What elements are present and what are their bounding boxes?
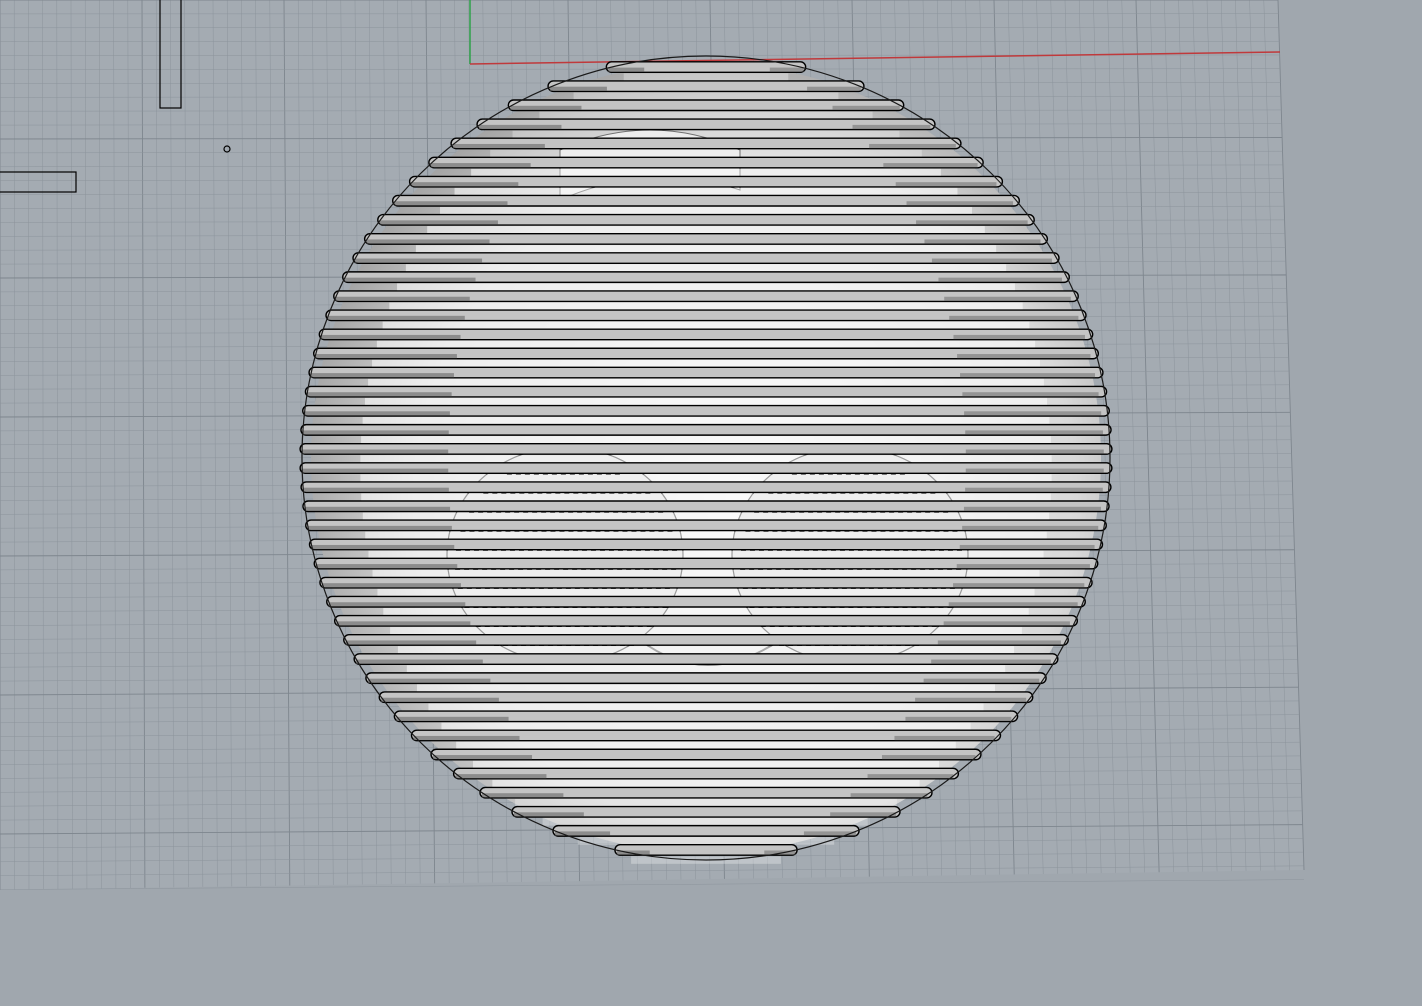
- rhino-perspective-viewport[interactable]: [0, 0, 1422, 1006]
- viewport-canvas[interactable]: [0, 0, 1422, 1006]
